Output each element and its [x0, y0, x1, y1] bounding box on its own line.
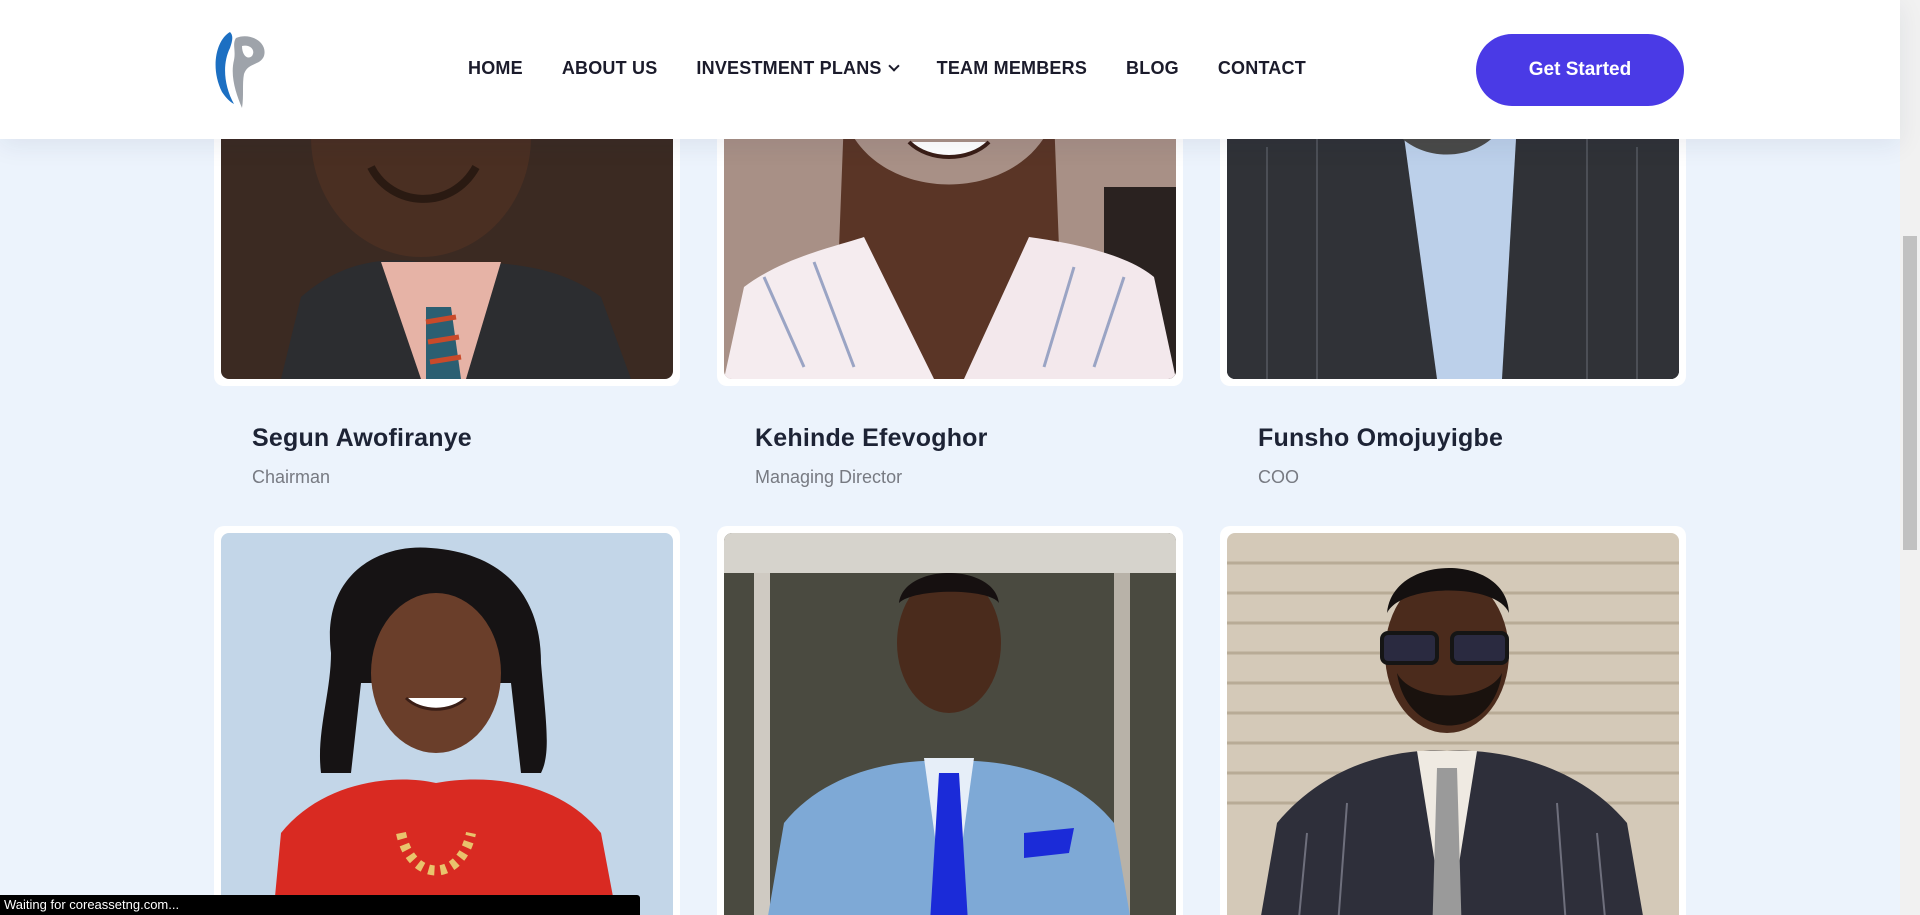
- team-member-photo: [724, 533, 1176, 915]
- member-name: Segun Awofiranye: [252, 424, 472, 452]
- nav-contact-label: CONTACT: [1217, 58, 1306, 78]
- browser-status-bar: Waiting for coreassetng.com...: [0, 895, 640, 915]
- team-member-photo: [221, 533, 673, 915]
- member-role: Managing Director: [755, 467, 903, 487]
- nav-home-label: HOME: [468, 58, 523, 78]
- team-card-photo[interactable]: [1220, 526, 1686, 915]
- nav-team-members[interactable]: TEAM MEMBERS: [937, 58, 1087, 79]
- nav-blog[interactable]: BLOG: [1126, 58, 1179, 79]
- member-role: Chairman: [252, 467, 331, 487]
- nav-blog-label: BLOG: [1126, 58, 1179, 78]
- site-header: HOME ABOUT US INVESTMENT PLANS TEAM MEMB…: [0, 0, 1900, 139]
- team-card-photo[interactable]: [214, 526, 680, 915]
- company-logo[interactable]: [212, 28, 268, 110]
- member-name: Kehinde Efevoghor: [755, 424, 988, 452]
- nav-contact[interactable]: CONTACT: [1218, 58, 1306, 79]
- nav-team-label: TEAM MEMBERS: [936, 58, 1088, 78]
- nav-investment-plans[interactable]: INVESTMENT PLANS: [696, 58, 900, 79]
- member-name: Funsho Omojuyigbe: [1258, 424, 1504, 452]
- nav-about-label: ABOUT US: [561, 58, 658, 78]
- main-nav: HOME ABOUT US INVESTMENT PLANS TEAM MEMB…: [468, 58, 1345, 79]
- nav-investment-label: INVESTMENT PLANS: [696, 58, 882, 78]
- chevron-down-icon: [887, 60, 900, 72]
- get-started-button[interactable]: Get Started: [1476, 34, 1684, 106]
- member-role: COO: [1258, 467, 1300, 487]
- scrollbar-thumb[interactable]: [1903, 236, 1917, 550]
- team-card-photo[interactable]: [717, 526, 1183, 915]
- page-scrollbar[interactable]: [1900, 0, 1920, 915]
- team-member-photo: [1227, 533, 1679, 915]
- nav-about-us[interactable]: ABOUT US: [562, 58, 658, 79]
- nav-home[interactable]: HOME: [468, 58, 523, 79]
